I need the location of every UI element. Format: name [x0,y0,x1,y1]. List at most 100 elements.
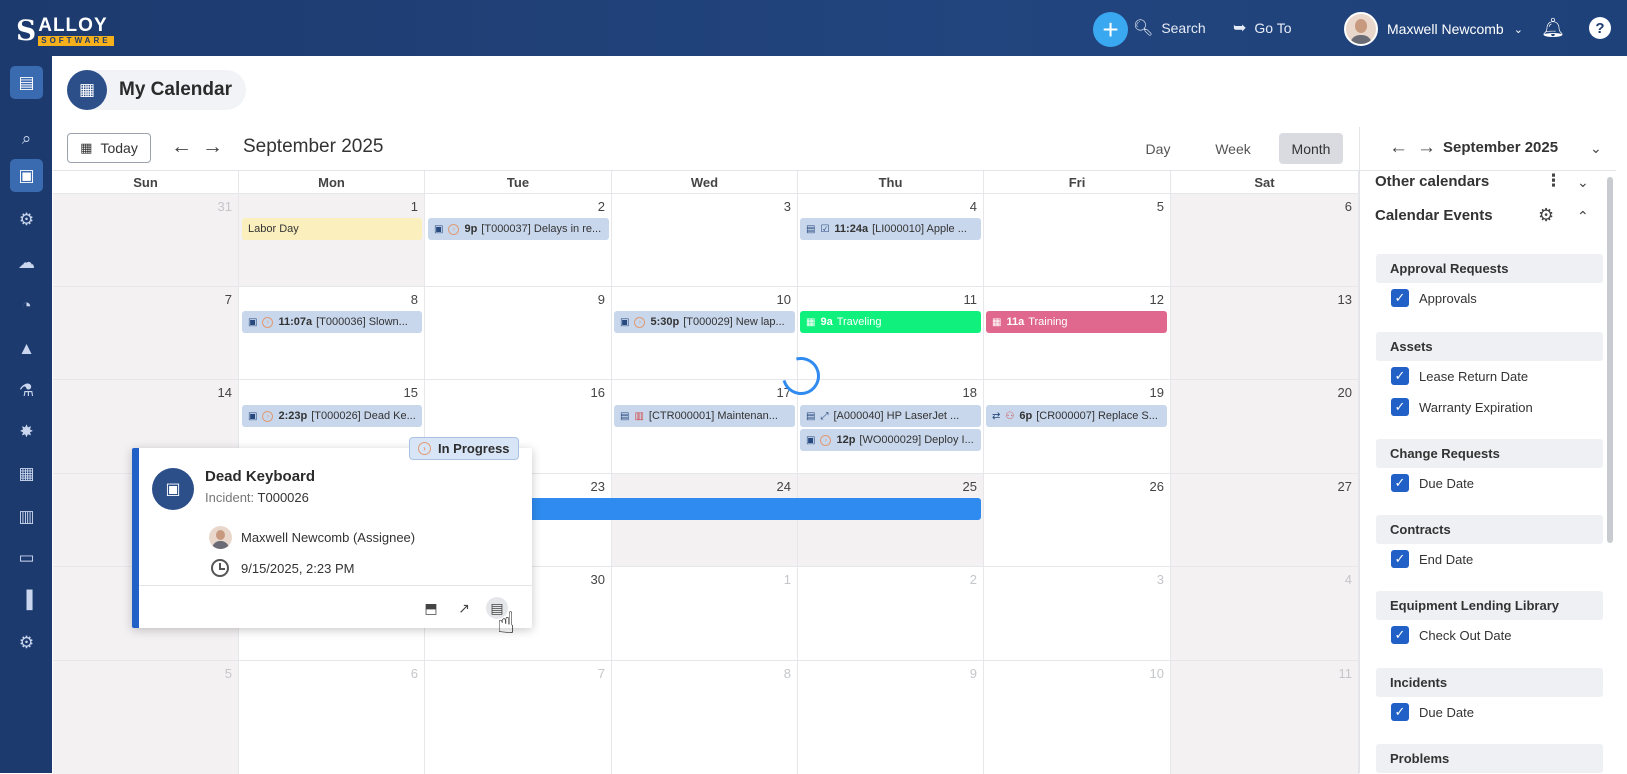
day-cell[interactable]: 7 [425,660,612,774]
nav-search-icon[interactable]: ⌕ [10,122,43,155]
day-cell[interactable]: 3 [612,193,798,286]
nav-folder-icon[interactable]: ▤ [10,66,43,99]
nav-dashboard-icon[interactable]: ◔ [10,289,43,322]
open-in-new-tab-icon[interactable]: ↗ [453,597,475,619]
event-work-order[interactable]: ▣ › 12p [WO000029] Deploy I... [800,429,981,451]
day-number: 9 [597,292,605,307]
day-cell[interactable]: 27 [1171,473,1359,566]
day-number: 5 [1156,199,1164,214]
group-contracts[interactable]: Contracts [1376,515,1603,544]
checkbox-checked[interactable]: ✓ [1391,367,1409,385]
nav-ticket-icon[interactable]: ▣ [10,159,43,192]
nav-building-icon[interactable]: ▥ [10,500,43,533]
user-menu[interactable]: Maxwell Newcomb ⌄ [1344,12,1523,46]
group-change-requests[interactable]: Change Requests [1376,439,1603,468]
gear-icon[interactable]: ⚙ [1538,205,1554,226]
checkbox-checked[interactable]: ✓ [1391,703,1409,721]
day-number: 5 [224,666,232,681]
open-in-panel-icon[interactable]: ⬒ [420,597,442,619]
event-ticket[interactable]: ▣ › 11:07a [T000036] Slown... [242,311,422,333]
view-month-button[interactable]: Month [1279,133,1343,164]
day-cell[interactable]: 10 [984,660,1171,774]
day-cell[interactable]: 6 [1171,193,1359,286]
event-ticket[interactable]: ▣ › 2:23p [T000026] Dead Ke... [242,405,422,427]
event-ticket[interactable]: ▣ › 5:30p [T000029] New lap... [614,311,795,333]
event-asset[interactable]: ▤ ⤢ [A000040] HP LaserJet ... [800,405,981,427]
search-button[interactable]: 🔍︎ Search [1133,18,1206,38]
day-cell[interactable]: 2 [798,566,984,660]
today-button[interactable]: ▦ Today [67,133,151,163]
checkbox-row[interactable]: ✓ End Date [1391,550,1473,568]
event-ticket[interactable]: ▣ › 9p [T000037] Delays in re... [428,218,609,240]
group-approval-requests[interactable]: Approval Requests [1376,254,1603,283]
scrollbar[interactable] [1607,177,1613,543]
group-incidents[interactable]: Incidents [1376,668,1603,697]
day-cell[interactable]: 9 [425,286,612,379]
day-cell[interactable]: 20 [1171,379,1359,473]
search-icon: 🔍︎ [1133,20,1154,37]
day-cell[interactable]: 5 [53,660,239,774]
other-calendars-header[interactable]: Other calendars [1375,173,1489,190]
nav-assets-icon[interactable]: ▲ [10,332,43,365]
next-month-arrow-icon[interactable]: → [1417,137,1436,159]
day-cell[interactable]: 31 [53,193,239,286]
day-cell[interactable]: 13 [1171,286,1359,379]
checkbox-row[interactable]: ✓ Warranty Expiration [1391,398,1533,416]
event-holiday[interactable]: Labor Day [242,218,422,240]
checkbox-row[interactable]: ✓ Approvals [1391,289,1477,307]
day-cell[interactable]: 11 [1171,660,1359,774]
alloy-logo[interactable]: S ALLOY SOFTWARE [16,14,114,47]
day-cell[interactable]: 8 [612,660,798,774]
nav-map-icon[interactable]: ▦ [10,457,43,490]
checkbox-row[interactable]: ✓ Check Out Date [1391,626,1512,644]
day-cell[interactable]: 1 [612,566,798,660]
notifications-bell-icon[interactable]: 🔔︎ [1541,16,1565,40]
nav-bug-icon[interactable]: ✸ [10,415,43,448]
event-traveling[interactable]: ▦ 9a Traveling [800,311,981,333]
day-cell[interactable]: 4 [1171,566,1359,660]
day-cell[interactable]: 5 [984,193,1171,286]
event-lending[interactable]: ▤ ☑ 11:24a [LI000010] Apple ... [800,218,981,240]
checklist-icon: ☑ [820,223,830,235]
day-cell[interactable]: 3 [984,566,1171,660]
group-problems[interactable]: Problems [1376,744,1603,773]
prev-month-arrow-icon[interactable]: ← [1389,137,1408,159]
day-cell[interactable]: 7 [53,286,239,379]
checkbox-row[interactable]: ✓ Due Date [1391,703,1474,721]
checkbox-checked[interactable]: ✓ [1391,474,1409,492]
view-week-button[interactable]: Week [1208,133,1258,164]
event-training[interactable]: ▦ 11a Training [986,311,1167,333]
asset-icon: ▤ [806,410,816,422]
checkbox-row[interactable]: ✓ Due Date [1391,474,1474,492]
chevron-down-icon[interactable]: ⌄ [1577,174,1589,191]
nav-terminal-icon[interactable]: ▭ [10,541,43,574]
next-month-arrow-icon[interactable]: → [202,135,223,159]
nav-reports-icon[interactable]: ▐ [10,583,43,616]
group-equipment-lending-library[interactable]: Equipment Lending Library [1376,591,1603,620]
prev-month-arrow-icon[interactable]: ← [171,135,192,159]
goto-button[interactable]: ➥ Go To [1233,18,1292,38]
create-new-button[interactable]: + [1093,12,1128,47]
event-contract[interactable]: ▤ ▥ [CTR000001] Maintenan... [614,405,795,427]
group-assets[interactable]: Assets [1376,332,1603,361]
nav-settings-icon[interactable]: ⚙ [10,626,43,659]
chevron-down-icon[interactable]: ⌄ [1590,140,1602,157]
view-day-button[interactable]: Day [1137,133,1179,164]
nav-service-icon[interactable]: ⚙ [10,203,43,236]
checkbox-checked[interactable]: ✓ [1391,398,1409,416]
popup-title[interactable]: Dead Keyboard [205,468,315,485]
chevron-up-icon[interactable]: ⌃ [1577,208,1589,225]
nav-cart-icon[interactable]: ⚗ [10,374,43,407]
help-icon[interactable]: ? [1589,17,1611,39]
nav-cloud-settings-icon[interactable]: ☁ [10,246,43,279]
checkbox-row[interactable]: ✓ Lease Return Date [1391,367,1528,385]
event-change-request[interactable]: ⇄ ⚇ 6p [CR000007] Replace S... [986,405,1167,427]
day-cell[interactable]: 9 [798,660,984,774]
checkbox-checked[interactable]: ✓ [1391,626,1409,644]
day-cell[interactable]: 26 [984,473,1171,566]
checkbox-checked[interactable]: ✓ [1391,289,1409,307]
calendar-events-header[interactable]: Calendar Events [1375,207,1493,224]
checkbox-checked[interactable]: ✓ [1391,550,1409,568]
day-cell[interactable]: 6 [239,660,425,774]
more-options-icon[interactable]: ⋮ [1545,171,1562,191]
